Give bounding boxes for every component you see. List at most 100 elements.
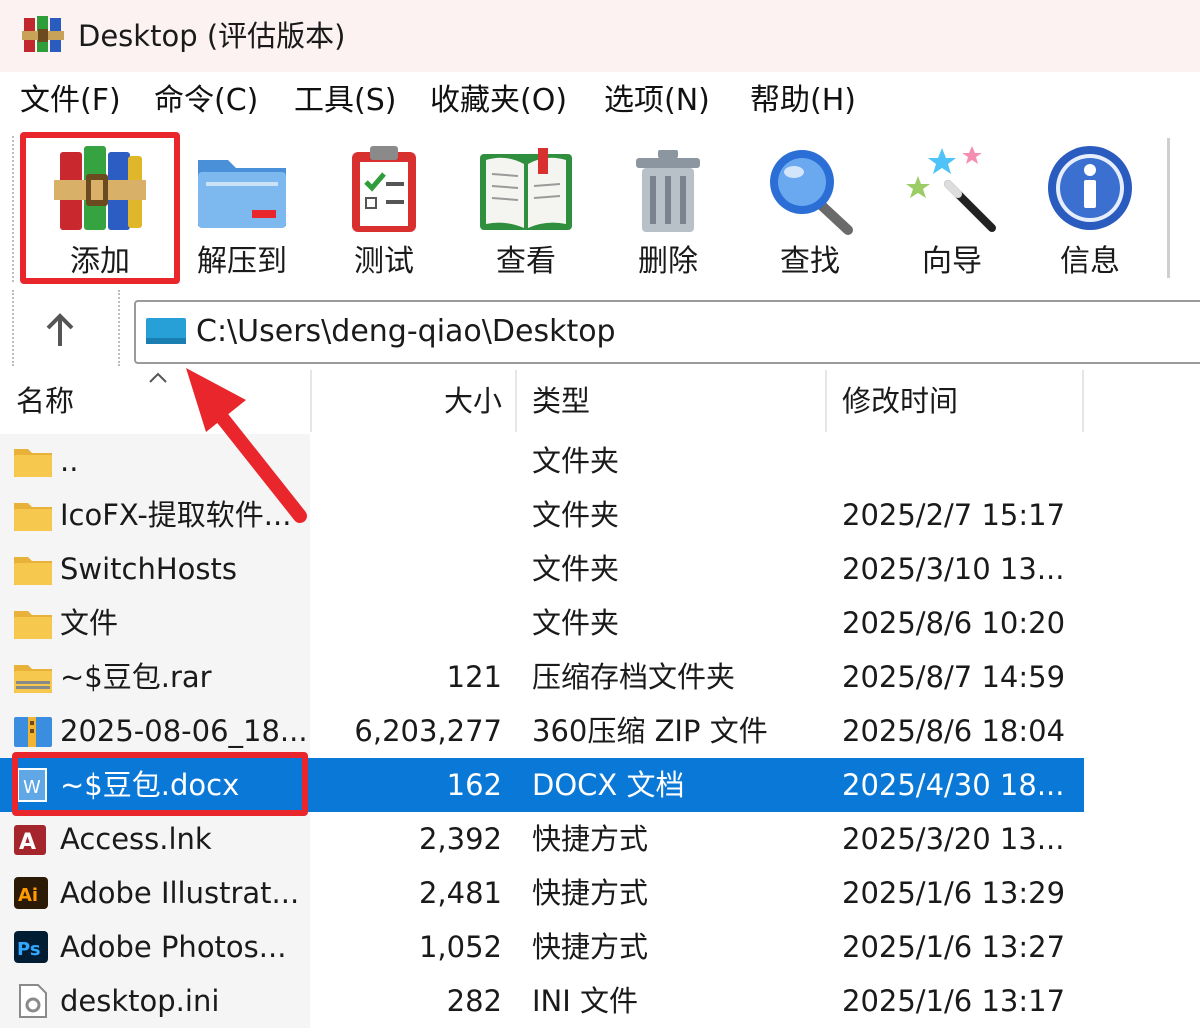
magic-wand-icon (906, 146, 996, 232)
file-size: 121 (446, 660, 502, 694)
info-icon (1048, 146, 1132, 230)
magnifier-icon (770, 150, 853, 235)
clipboard-check-icon (352, 146, 416, 232)
address-grip-2[interactable] (118, 290, 126, 366)
file-name: 文件 (60, 606, 119, 640)
file-size: 2,481 (418, 876, 502, 910)
access-icon: A (14, 825, 46, 855)
file-type: 压缩存档文件夹 (532, 660, 736, 694)
annotation-arrow-icon (186, 368, 307, 523)
file-name: SwitchHosts (60, 552, 238, 586)
menu-commands[interactable]: 命令(C) (154, 80, 258, 122)
test-button[interactable]: 测试 (314, 138, 454, 284)
file-modified: 2025/2/7 15:17 (842, 498, 1066, 532)
file-modified: 2025/3/20 13... (842, 822, 1065, 856)
file-size (320, 434, 502, 488)
file-size: 162 (446, 768, 502, 802)
file-name: Adobe Illustrat... (60, 876, 300, 910)
file-modified: 2025/1/6 13:29 (842, 876, 1066, 910)
column-divider[interactable] (1082, 370, 1084, 432)
file-modified: 2025/1/6 13:27 (842, 930, 1066, 964)
menu-tools[interactable]: 工具(S) (294, 80, 396, 122)
file-modified: 2025/3/10 13... (842, 552, 1065, 586)
file-type: 快捷方式 (532, 930, 649, 964)
file-modified (842, 434, 1082, 488)
photoshop-icon: Ps (14, 931, 48, 963)
file-type: 文件夹 (532, 606, 620, 640)
menu-favorites[interactable]: 收藏夹(O) (430, 80, 567, 122)
folder-icon (14, 503, 52, 531)
file-row[interactable]: ~$豆包.rar 121 压缩存档文件夹 2025/8/7 14:59 (0, 650, 1200, 704)
file-name: Adobe Photos... (60, 930, 287, 964)
svg-text:A: A (19, 830, 36, 855)
toolbar-separator (1167, 138, 1170, 278)
file-modified: 2025/8/7 14:59 (842, 660, 1066, 694)
toolbar: 添加 解压到 测试 查看 删除 查找 向导 信息 (0, 130, 1200, 290)
file-size (320, 596, 502, 650)
folder-icon (14, 611, 52, 639)
view-button[interactable]: 查看 (456, 138, 596, 284)
view-button-label: 查看 (496, 244, 556, 279)
menu-help[interactable]: 帮助(H) (750, 80, 856, 122)
file-row[interactable]: Ps Adobe Photos... 1,052 快捷方式 2025/1/6 1… (0, 920, 1200, 974)
window-title: Desktop (评估版本) (78, 19, 346, 53)
file-type: 快捷方式 (532, 876, 649, 910)
file-name: ~$豆包.rar (60, 660, 212, 694)
file-type: 快捷方式 (532, 822, 649, 856)
extract-to-button[interactable]: 解压到 (172, 138, 312, 284)
column-header-size[interactable]: 大小 (320, 370, 502, 432)
column-divider[interactable] (825, 370, 827, 432)
file-row[interactable]: 文件 文件夹 2025/8/6 10:20 (0, 596, 1200, 650)
file-modified: 2025/1/6 13:17 (842, 984, 1066, 1018)
menu-options[interactable]: 选项(N) (604, 80, 710, 122)
test-button-label: 测试 (354, 244, 414, 279)
menu-file[interactable]: 文件(F) (20, 80, 121, 122)
desktop-icon (146, 318, 186, 344)
file-name: 2025-08-06_18... (60, 714, 308, 748)
wizard-button-label: 向导 (922, 244, 982, 279)
menu-bar: 文件(F) 命令(C) 工具(S) 收藏夹(O) 选项(N) 帮助(H) (0, 72, 1200, 130)
winrar-app-icon (22, 16, 64, 52)
wizard-button[interactable]: 向导 (882, 138, 1022, 284)
file-row[interactable]: A Access.lnk 2,392 快捷方式 2025/3/20 13... (0, 812, 1200, 866)
folder-icon (14, 449, 52, 477)
file-row[interactable]: desktop.ini 282 INI 文件 2025/1/6 13:17 (0, 974, 1200, 1028)
file-type: 文件夹 (532, 552, 620, 586)
up-arrow-icon[interactable] (30, 306, 90, 354)
delete-button[interactable]: 删除 (598, 138, 738, 284)
file-row[interactable]: Ai Adobe Illustrat... 2,481 快捷方式 2025/1/… (0, 866, 1200, 920)
file-size: 2,392 (418, 822, 502, 856)
address-row: C:\Users\deng-qiao\Desktop (0, 290, 1200, 370)
extract-to-button-label: 解压到 (197, 244, 287, 279)
info-button[interactable]: 信息 (1020, 138, 1160, 284)
file-type: 360压缩 ZIP 文件 (532, 714, 768, 748)
file-type: INI 文件 (532, 984, 639, 1018)
address-path: C:\Users\deng-qiao\Desktop (196, 314, 616, 349)
find-button[interactable]: 查找 (740, 138, 880, 284)
file-type: 文件夹 (532, 444, 620, 478)
column-header-modified[interactable]: 修改时间 (842, 370, 1082, 432)
svg-text:Ps: Ps (17, 939, 41, 960)
column-header-type[interactable]: 类型 (532, 370, 822, 432)
title-bar: Desktop (评估版本) (0, 0, 1200, 72)
find-button-label: 查找 (780, 244, 840, 279)
file-size: 1,052 (418, 930, 502, 964)
illustrator-icon: Ai (14, 877, 48, 909)
extract-folder-icon (198, 160, 286, 228)
svg-text:Ai: Ai (18, 885, 38, 906)
toolbar-grip[interactable] (12, 136, 20, 282)
file-type: 文件夹 (532, 498, 620, 532)
address-bar[interactable]: C:\Users\deng-qiao\Desktop (134, 300, 1200, 364)
file-modified: 2025/8/6 18:04 (842, 714, 1066, 748)
file-modified: 2025/8/6 10:20 (842, 606, 1066, 640)
file-modified: 2025/4/30 18... (842, 768, 1065, 802)
column-divider[interactable] (515, 370, 517, 432)
file-size (320, 488, 502, 542)
zip-archive-icon (14, 717, 52, 747)
file-type: DOCX 文档 (532, 768, 685, 802)
trash-icon (636, 150, 700, 232)
file-size: 282 (446, 984, 502, 1018)
file-row[interactable]: SwitchHosts 文件夹 2025/3/10 13... (0, 542, 1200, 596)
address-grip[interactable] (12, 290, 20, 366)
file-row[interactable]: 2025-08-06_18... 6,203,277 360压缩 ZIP 文件 … (0, 704, 1200, 758)
